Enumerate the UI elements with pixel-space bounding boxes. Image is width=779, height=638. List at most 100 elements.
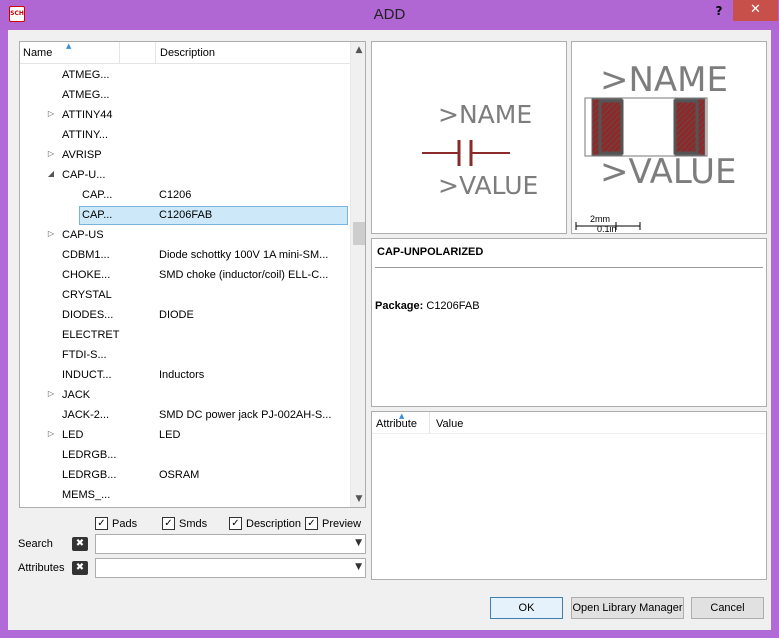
checkmark-icon[interactable]: ✓	[162, 517, 175, 530]
tree-row[interactable]: CRYSTAL	[20, 285, 350, 305]
tree-row-description: SMD DC power jack PJ-002AH-S...	[159, 409, 332, 421]
tree-row-description: C1206	[159, 189, 192, 201]
footprint-pads-icon	[584, 97, 708, 157]
tree-row[interactable]: ▷ LED LED	[20, 425, 350, 445]
title-bar: SCH ADD ? ✕	[0, 0, 779, 30]
tree-row-name: INDUCT...	[62, 369, 112, 381]
expand-icon[interactable]: ▷	[46, 109, 56, 118]
tree-row-description: DIODE	[159, 309, 194, 321]
tree-row[interactable]: ELECTRET	[20, 325, 350, 345]
tree-row[interactable]: ATMEG...	[20, 85, 350, 105]
tree-row[interactable]: FTDI-S...	[20, 345, 350, 365]
tree-row[interactable]: ▷ CAP-US	[20, 225, 350, 245]
tree-row-name: LEDRGB...	[62, 469, 117, 481]
pads-label: Pads	[112, 518, 138, 530]
tree-row[interactable]: JACK-2... SMD DC power jack PJ-002AH-S...	[20, 405, 350, 425]
expand-icon[interactable]: ▷	[46, 229, 56, 238]
chevron-down-icon[interactable]: ▼	[355, 562, 362, 572]
scroll-down-icon[interactable]: ▼	[351, 491, 365, 507]
search-input[interactable]: ▼	[95, 534, 366, 554]
tree-row-name: JACK	[62, 389, 91, 401]
tree-row[interactable]: ▷ JACK	[20, 385, 350, 405]
tree-row-name: CRYSTAL	[62, 289, 112, 301]
smds-checkbox[interactable]: ✓ Smds	[162, 517, 222, 533]
tree-row-name: CAP...	[82, 189, 113, 201]
cancel-button[interactable]: Cancel	[691, 597, 764, 619]
expand-icon[interactable]: ▷	[46, 149, 56, 158]
pads-checkbox[interactable]: ✓ Pads	[95, 517, 155, 533]
description-checkbox[interactable]: ✓ Description	[229, 517, 309, 533]
tree-row-name: CAP...	[82, 209, 113, 221]
tree-row[interactable]: ▷ ATTINY44	[20, 105, 350, 125]
tree-row-selected[interactable]: CAP... C1206FAB	[20, 205, 350, 225]
tree-row-name: CHOKE...	[62, 269, 111, 281]
symbol-value-text: >VALUE	[438, 171, 539, 200]
tree-row[interactable]: ▷ AVRISP	[20, 145, 350, 165]
clear-attributes-icon[interactable]: ✖	[72, 561, 88, 575]
checkmark-icon[interactable]: ✓	[229, 517, 242, 530]
tree-row-description: OSRAM	[159, 469, 200, 481]
description-label: Description	[246, 518, 302, 530]
tree-scrollbar[interactable]: ▲ ▼	[350, 42, 365, 507]
expand-icon[interactable]: ▷	[46, 429, 56, 438]
sort-ascending-icon: ▲	[66, 42, 72, 50]
column-header-name[interactable]: Name	[23, 47, 52, 59]
attribute-table-header: Attribute ▲ Value	[372, 412, 766, 434]
chevron-down-icon[interactable]: ▼	[355, 538, 362, 548]
tree-row[interactable]: ATMEG...	[20, 65, 350, 85]
device-info-pane: CAP-UNPOLARIZED Package: C1206FAB	[371, 238, 767, 407]
selection-highlight	[79, 206, 348, 225]
tree-row-name: JACK-2...	[62, 409, 110, 421]
column-header-attribute[interactable]: Attribute	[376, 418, 417, 430]
tree-row[interactable]: LEDRGB... OSRAM	[20, 465, 350, 485]
dialog-client: Name ▲ Description ATMEG... ATMEG... ▷ ATTI…	[8, 30, 771, 630]
tree-row-name: AVRISP	[62, 149, 102, 161]
preview-checkbox[interactable]: ✓ Preview	[305, 517, 365, 533]
tree-row-description: LED	[159, 429, 181, 441]
attribute-table[interactable]: Attribute ▲ Value	[371, 411, 767, 580]
column-separator[interactable]	[155, 42, 156, 64]
checkmark-icon[interactable]: ✓	[95, 517, 108, 530]
package-name-text: >NAME	[600, 60, 728, 100]
tree-row[interactable]: CAP... C1206	[20, 185, 350, 205]
symbol-preview: >NAME >VALUE	[371, 41, 567, 234]
expand-icon[interactable]: ▷	[46, 389, 56, 398]
column-separator[interactable]	[119, 42, 120, 64]
tree-row[interactable]: CDBM1... Diode schottky 100V 1A mini-SM..…	[20, 245, 350, 265]
tree-row-name: ATTINY...	[62, 129, 109, 141]
open-library-manager-button[interactable]: Open Library Manager	[571, 597, 684, 619]
column-header-description[interactable]: Description	[160, 47, 215, 59]
tree-row[interactable]: ◢ CAP-U...	[20, 165, 350, 185]
collapse-icon[interactable]: ◢	[46, 169, 56, 178]
scroll-up-icon[interactable]: ▲	[351, 42, 365, 59]
ok-button[interactable]: OK	[490, 597, 563, 619]
column-separator[interactable]	[429, 412, 430, 434]
checkmark-icon[interactable]: ✓	[305, 517, 318, 530]
tree-row-description: C1206FAB	[159, 209, 213, 221]
tree-row[interactable]: DIODES... DIODE	[20, 305, 350, 325]
tree-row-name: FTDI-S...	[62, 349, 107, 361]
tree-row[interactable]: ATTINY...	[20, 125, 350, 145]
device-title: CAP-UNPOLARIZED	[377, 246, 484, 258]
tree-row[interactable]: INDUCT... Inductors	[20, 365, 350, 385]
scroll-thumb[interactable]	[353, 222, 365, 245]
tree-row-name: ATMEG...	[62, 69, 110, 81]
close-button[interactable]: ✕	[733, 0, 778, 21]
library-tree[interactable]: Name ▲ Description ATMEG... ATMEG... ▷ ATTI…	[19, 41, 366, 508]
capacitor-symbol-icon	[422, 140, 510, 166]
tree-row[interactable]: LEDRGB...	[20, 445, 350, 465]
scale-in-label: 0.1in	[597, 224, 617, 234]
tree-row[interactable]: CHOKE... SMD choke (inductor/coil) ELL-C.…	[20, 265, 350, 285]
tree-row-name: ATMEG...	[62, 89, 110, 101]
attributes-input[interactable]: ▼	[95, 558, 366, 578]
column-header-value[interactable]: Value	[436, 418, 463, 430]
help-button[interactable]: ?	[707, 2, 731, 22]
tree-row-name: CAP-US	[62, 229, 104, 241]
tree-row-name: LEDRGB...	[62, 449, 117, 461]
symbol-name-text: >NAME	[438, 100, 533, 129]
scale-mm-label: 2mm	[590, 214, 610, 224]
tree-row[interactable]: MEMS_...	[20, 485, 350, 505]
preview-label: Preview	[322, 518, 362, 530]
clear-search-icon[interactable]: ✖	[72, 537, 88, 551]
tree-row-name: LED	[62, 429, 84, 441]
